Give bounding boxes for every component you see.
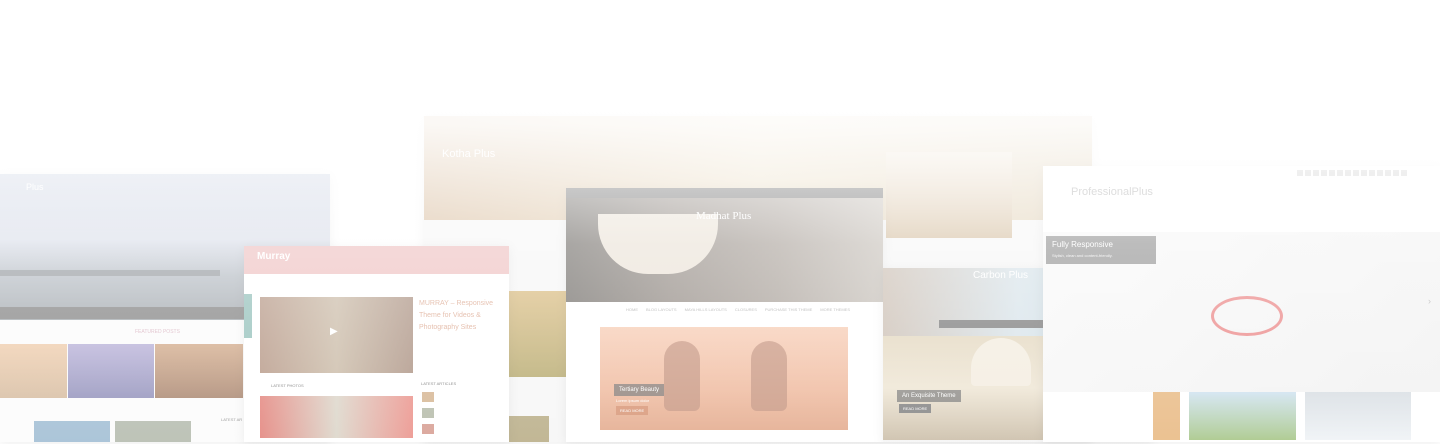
thumb-basket[interactable] [155, 344, 243, 398]
read-more-button[interactable]: READ MORE [616, 406, 649, 415]
nav-item-home[interactable]: HOME [626, 307, 638, 312]
social-icons-row [1297, 170, 1409, 176]
article-thumb-3[interactable] [422, 424, 434, 434]
nav-item-blog[interactable]: BLOG LAYOUTS [646, 307, 677, 312]
top-social-bar [566, 188, 883, 198]
yoga-figure-right [751, 341, 787, 411]
main-nav: HOME BLOG LAYOUTS MAYA HILLS LAYOUTS CLO… [626, 307, 850, 312]
section-heading: FEATURED POSTS [135, 329, 180, 335]
slide-subtitle: Lorem ipsum dolor [616, 398, 650, 403]
theme-card-professional[interactable]: ProfessionalPlus Fully Responsive Stylis… [1043, 166, 1440, 442]
social-icons-strip [244, 294, 252, 338]
thumb-clock[interactable] [1305, 392, 1411, 440]
side-photo-2[interactable] [509, 416, 549, 442]
theme-card-madhat[interactable]: Madhat Plus HOME BLOG LAYOUTS MAYA HILLS… [566, 188, 883, 442]
nav-item-closures[interactable]: CLOSURES [735, 307, 757, 312]
article-thumb-1[interactable] [422, 392, 434, 402]
thumb-beach[interactable] [0, 344, 67, 398]
site-logo: Murray [257, 251, 291, 262]
post-title[interactable]: MURRAY – Responsive Theme for Videos & P… [419, 298, 504, 334]
photo-car[interactable] [260, 396, 413, 438]
thumb-bottom-2[interactable] [115, 421, 191, 442]
thumb-flowers[interactable] [68, 344, 154, 398]
right-photo-1[interactable] [886, 152, 1012, 238]
yoga-figure-left [664, 341, 700, 411]
pier-silhouette [0, 270, 220, 276]
side-photo-1[interactable] [509, 291, 566, 377]
site-logo: Madhat Plus [696, 210, 752, 222]
latest-articles-heading: LATEST ARTICLES [421, 381, 457, 386]
site-logo: Plus [26, 182, 44, 192]
slide-title: Tertiary Beauty [614, 384, 665, 396]
slide-title: An Exquisite Theme [897, 390, 961, 402]
nav-item-maya[interactable]: MAYA HILLS LAYOUTS [685, 307, 727, 312]
calendar-circle-mark [1211, 296, 1283, 336]
play-icon[interactable]: ▶ [330, 326, 338, 337]
thumb-orange[interactable] [1153, 392, 1180, 440]
theme-card-murray[interactable]: Murray ▶ MURRAY – Responsive Theme for V… [244, 246, 509, 442]
badge-title: Fully Responsive [1052, 240, 1113, 249]
read-more-button[interactable]: READ MORE [899, 404, 932, 413]
site-logo: Kotha Plus [442, 148, 496, 160]
latest-photos-heading: LATEST PHOTOS [271, 383, 304, 388]
thumb-bottom-1[interactable] [34, 421, 110, 442]
nav-item-more[interactable]: MORE THEMES [820, 307, 850, 312]
site-logo: Carbon Plus [973, 270, 1029, 281]
latest-heading: LATEST AR [221, 417, 243, 422]
badge-text: Stylish, clean and content-friendly. [1052, 253, 1113, 258]
site-logo: ProfessionalPlus [1071, 186, 1153, 198]
nav-item-purchase[interactable]: PURCHASE THIS THEME [765, 307, 812, 312]
slider-next-arrow-icon[interactable]: › [1428, 296, 1431, 306]
article-thumb-2[interactable] [422, 408, 434, 418]
thumb-field[interactable] [1189, 392, 1296, 440]
